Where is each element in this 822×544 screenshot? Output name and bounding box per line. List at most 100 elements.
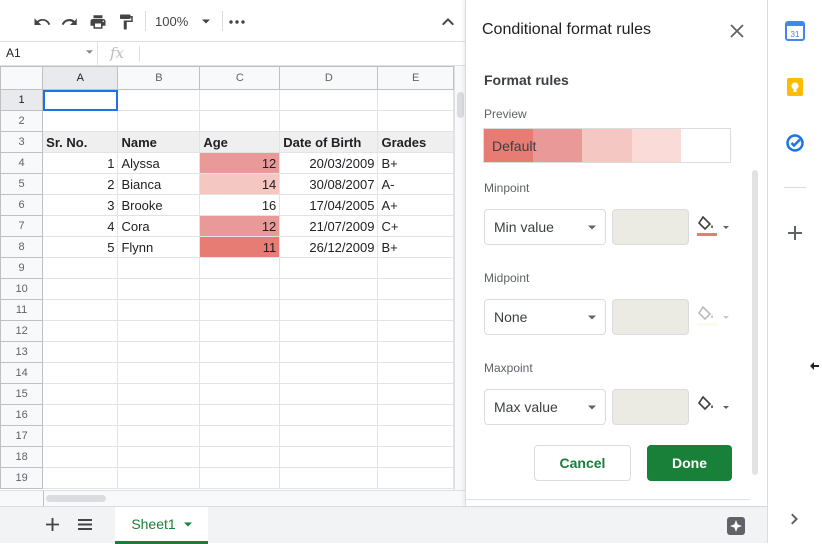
cell[interactable]: [279, 446, 379, 468]
grade-cell[interactable]: C+: [377, 215, 454, 237]
cell[interactable]: [199, 278, 281, 300]
row-header[interactable]: 19: [0, 467, 44, 489]
row-header[interactable]: 9: [0, 257, 44, 279]
cell[interactable]: [279, 299, 379, 321]
cell[interactable]: [42, 110, 119, 132]
cell[interactable]: [42, 320, 119, 342]
cell[interactable]: [199, 383, 281, 405]
paint-format-icon[interactable]: [115, 11, 137, 33]
cell[interactable]: [117, 383, 201, 405]
cell[interactable]: [279, 467, 379, 489]
header-cell[interactable]: Age: [199, 131, 281, 153]
name-cell[interactable]: Bianca: [117, 173, 201, 195]
color-scale-preview[interactable]: Default: [483, 128, 731, 163]
cell[interactable]: [199, 257, 281, 279]
vertical-scrollbar[interactable]: [454, 66, 465, 490]
cell[interactable]: [117, 89, 201, 111]
sr-cell[interactable]: 1: [42, 152, 119, 174]
name-cell[interactable]: Flynn: [117, 236, 201, 258]
cell[interactable]: [117, 299, 201, 321]
cell[interactable]: [279, 404, 379, 426]
cell[interactable]: [42, 341, 119, 363]
grade-cell[interactable]: A+: [377, 194, 454, 216]
name-cell[interactable]: Alyssa: [117, 152, 201, 174]
scrollbar-thumb[interactable]: [457, 92, 464, 118]
list-icon[interactable]: [78, 519, 92, 530]
cell[interactable]: [377, 383, 454, 405]
cell[interactable]: [377, 89, 454, 111]
cell[interactable]: [117, 320, 201, 342]
cell[interactable]: [117, 257, 201, 279]
row-header[interactable]: 10: [0, 278, 44, 300]
cell[interactable]: [199, 425, 281, 447]
header-cell[interactable]: Grades: [377, 131, 454, 153]
grade-cell[interactable]: B+: [377, 152, 454, 174]
cell[interactable]: [199, 299, 281, 321]
maxpoint-color-picker[interactable]: [696, 394, 732, 420]
expand-icon[interactable]: [785, 509, 805, 529]
undo-icon[interactable]: [31, 11, 53, 33]
age-cell[interactable]: 11: [199, 236, 281, 258]
add-icon[interactable]: [785, 223, 805, 243]
maxpoint-type-select[interactable]: Max value: [484, 389, 606, 425]
cell[interactable]: [377, 110, 454, 132]
cell[interactable]: [117, 467, 201, 489]
cell[interactable]: [117, 341, 201, 363]
zoom-select[interactable]: 100%: [155, 10, 217, 32]
cell[interactable]: [42, 257, 119, 279]
cell[interactable]: [42, 299, 119, 321]
minpoint-color-picker[interactable]: [696, 214, 732, 240]
cell[interactable]: [279, 383, 379, 405]
column-header-b[interactable]: B: [117, 66, 201, 90]
cell[interactable]: [117, 362, 201, 384]
header-cell[interactable]: Date of Birth: [279, 131, 379, 153]
cell[interactable]: [199, 467, 281, 489]
cell[interactable]: [42, 362, 119, 384]
row-header[interactable]: 13: [0, 341, 44, 363]
plus-icon[interactable]: [46, 518, 59, 531]
cell[interactable]: [279, 278, 379, 300]
cell[interactable]: [377, 404, 454, 426]
print-icon[interactable]: [87, 11, 109, 33]
minpoint-value-input[interactable]: [612, 209, 689, 245]
scrollbar-thumb[interactable]: [46, 495, 106, 502]
explore-icon[interactable]: [726, 516, 746, 536]
cell[interactable]: [117, 278, 201, 300]
cell[interactable]: [377, 320, 454, 342]
more-horizontal-icon[interactable]: [226, 11, 248, 33]
name-cell[interactable]: Brooke: [117, 194, 201, 216]
sheet-tab-sheet1[interactable]: Sheet1: [115, 507, 208, 544]
cell[interactable]: [279, 362, 379, 384]
column-header-a[interactable]: A: [42, 66, 119, 90]
dob-cell[interactable]: 21/07/2009: [279, 215, 379, 237]
row-header[interactable]: 16: [0, 404, 44, 426]
chevron-down-icon[interactable]: [86, 50, 93, 54]
cell[interactable]: [42, 383, 119, 405]
cell[interactable]: [199, 89, 281, 111]
cell-a1[interactable]: [42, 89, 119, 111]
row-header[interactable]: 17: [0, 425, 44, 447]
row-header[interactable]: 12: [0, 320, 44, 342]
cell[interactable]: [377, 467, 454, 489]
redo-icon[interactable]: [59, 11, 81, 33]
grade-cell[interactable]: A-: [377, 173, 454, 195]
header-cell[interactable]: Sr. No.: [42, 131, 119, 153]
cell[interactable]: [279, 110, 379, 132]
dob-cell[interactable]: 17/04/2005: [279, 194, 379, 216]
cell[interactable]: [117, 446, 201, 468]
row-header[interactable]: 7: [0, 215, 44, 237]
cancel-button[interactable]: Cancel: [534, 445, 631, 481]
column-header-d[interactable]: D: [279, 66, 379, 90]
chevron-up-icon[interactable]: [437, 11, 459, 33]
cell[interactable]: [279, 341, 379, 363]
chevron-down-icon[interactable]: [183, 522, 192, 527]
cell[interactable]: [199, 362, 281, 384]
dob-cell[interactable]: 26/12/2009: [279, 236, 379, 258]
age-cell[interactable]: 14: [199, 173, 281, 195]
grade-cell[interactable]: B+: [377, 236, 454, 258]
cell[interactable]: [377, 446, 454, 468]
cell[interactable]: [199, 404, 281, 426]
cell[interactable]: [279, 320, 379, 342]
cell[interactable]: [377, 299, 454, 321]
cell[interactable]: [279, 425, 379, 447]
